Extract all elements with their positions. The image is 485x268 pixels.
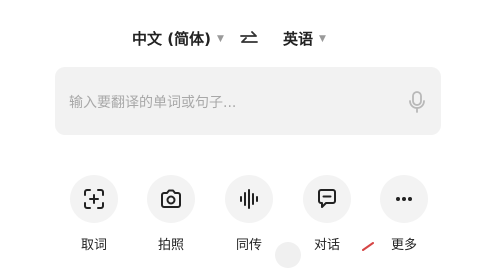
partial-floating-button[interactable] (275, 242, 301, 268)
source-language-selector[interactable]: 中文 (简体) ▼ (132, 28, 224, 49)
tool-label: 拍照 (157, 238, 184, 253)
tool-circle[interactable] (380, 175, 428, 223)
tool-label: 更多 (390, 238, 417, 253)
tool-circle[interactable] (147, 175, 195, 223)
tool-circle[interactable] (70, 175, 118, 223)
translation-input[interactable]: 输入要翻译的单词或句子... (55, 67, 441, 135)
chat-bubble-icon (318, 189, 336, 208)
swap-arrows-icon[interactable] (240, 30, 258, 48)
tool-circle[interactable] (303, 175, 351, 223)
input-placeholder: 输入要翻译的单词或句子... (69, 95, 237, 111)
tool-simultaneous[interactable]: 同传 (219, 175, 279, 253)
source-language-label: 中文 (简体) (132, 30, 211, 48)
tool-more[interactable]: 更多 (374, 175, 434, 253)
caret-down-icon: ▼ (216, 33, 224, 44)
tool-label: 取词 (80, 238, 107, 253)
target-language-label: 英语 (283, 30, 314, 48)
audio-waveform-icon (240, 189, 258, 209)
scan-add-icon (84, 189, 104, 209)
tool-label: 对话 (313, 238, 340, 253)
microphone-icon[interactable] (409, 91, 425, 113)
more-dots-icon (396, 197, 412, 201)
tool-circle[interactable] (225, 175, 273, 223)
caret-down-icon: ▼ (319, 33, 326, 44)
tool-conversation[interactable]: 对话 (297, 175, 357, 253)
tool-label: 同传 (235, 238, 262, 253)
tool-scan-word[interactable]: 取词 (64, 175, 124, 253)
target-language-selector[interactable]: 英语 ▼ (283, 28, 326, 49)
camera-icon (161, 189, 181, 208)
tools-row: 取词 拍照 同传 对话 更多 (0, 175, 485, 253)
tool-photo[interactable]: 拍照 (141, 175, 201, 253)
language-bar: 中文 (简体) ▼ 英语 ▼ (0, 26, 485, 52)
